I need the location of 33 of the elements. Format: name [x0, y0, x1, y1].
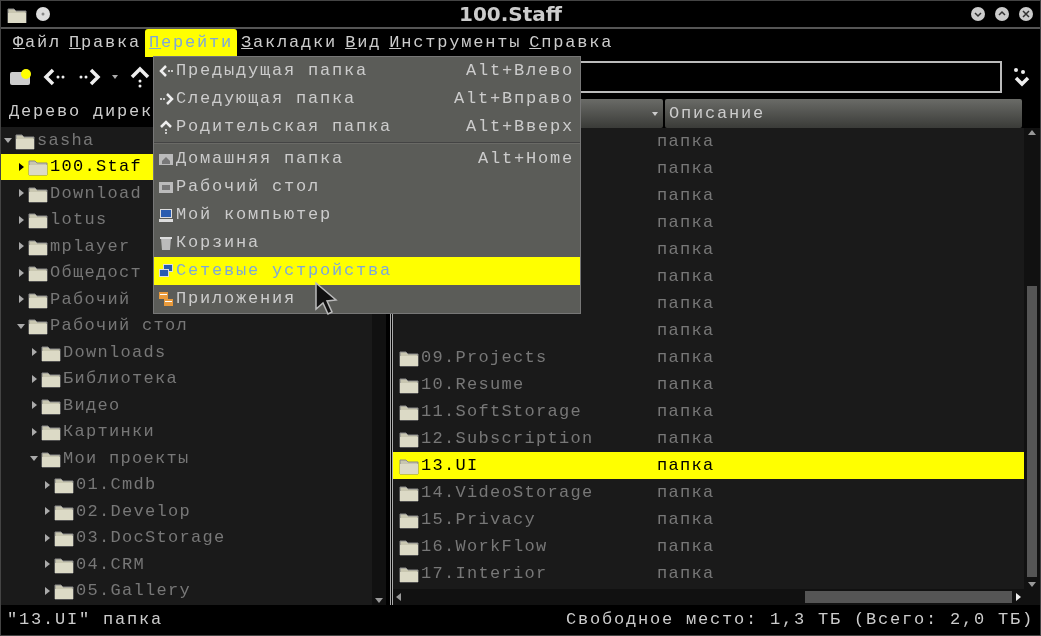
file-name: 13.UI — [421, 454, 479, 477]
panel-title: Дерево дирек — [9, 101, 154, 124]
file-name: 12.Subscription — [421, 427, 594, 450]
file-name: 14.VideoStorage — [421, 481, 594, 504]
file-description: папка — [657, 508, 715, 531]
file-name: 17.Interior — [421, 562, 548, 585]
file-description: папка — [657, 319, 715, 342]
shortcut-text: Alt+Home — [478, 148, 574, 171]
file-description: папка — [657, 373, 715, 396]
file-description: папка — [657, 535, 715, 558]
file-description: папка — [657, 265, 715, 288]
file-description: папка — [657, 400, 715, 423]
file-name: 15.Privacy — [421, 508, 537, 531]
file-name: 09.Projects — [421, 346, 548, 369]
shortcut-text: Alt+Вправо — [453, 88, 574, 111]
window-title: 100.Staff — [458, 1, 563, 28]
file-description: папка — [657, 454, 715, 477]
shortcut-text: Alt+Вверх — [466, 116, 574, 139]
status-text: "13.UI" папка — [7, 609, 164, 632]
file-description: папка — [657, 238, 715, 261]
file-description: папка — [657, 562, 715, 585]
file-description: папка — [657, 481, 715, 504]
file-name: 16.WorkFlow — [421, 535, 548, 558]
file-name: 11.SoftStorage — [421, 400, 583, 423]
file-description: папка — [657, 184, 715, 207]
file-description: папка — [657, 427, 715, 450]
file-description: папка — [657, 211, 715, 234]
file-name: 10.Resume — [421, 373, 525, 396]
file-description: папка — [657, 292, 715, 315]
free-space-text: Свободное место: 1,3 ТБ (Всего: 2,0 ТБ) — [565, 609, 1034, 632]
shortcut-text: Alt+Влево — [466, 60, 574, 83]
file-description: папка — [657, 346, 715, 369]
file-description: папка — [657, 130, 715, 153]
